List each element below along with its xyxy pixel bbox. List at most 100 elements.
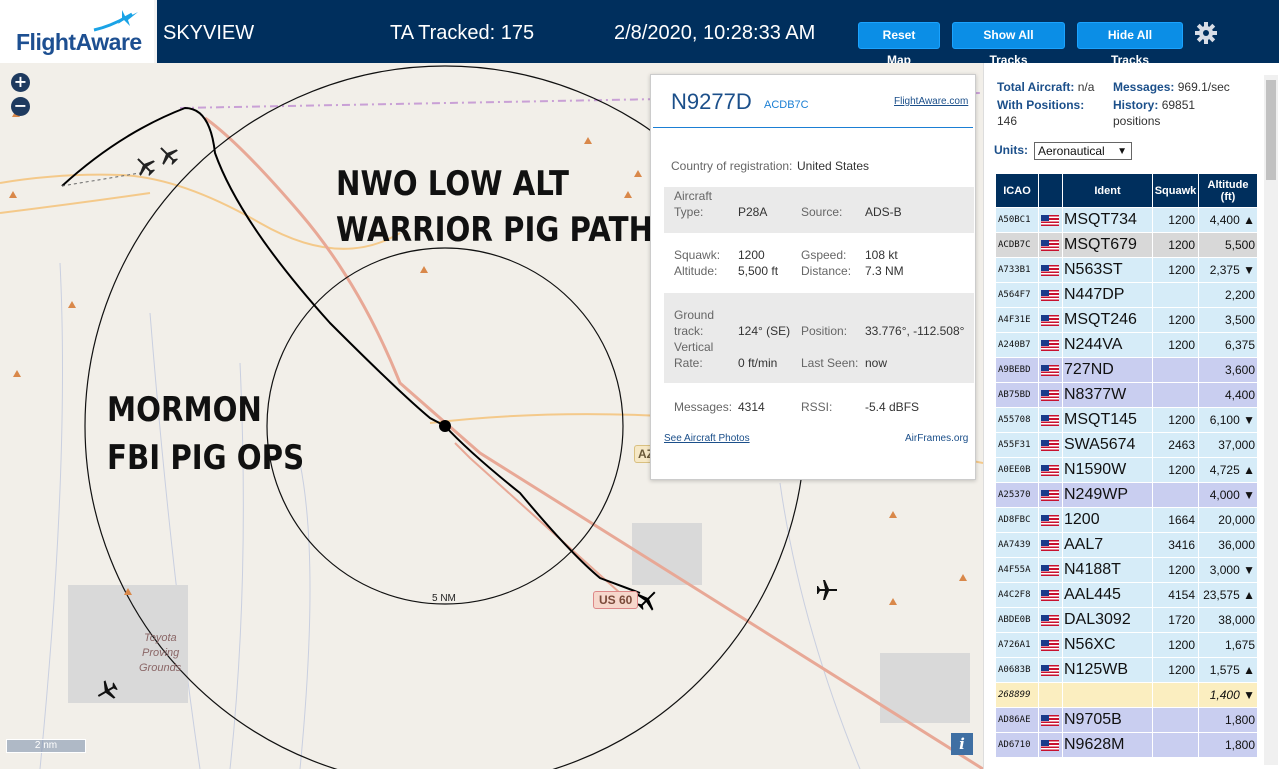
- annotation-text: NWO LOW ALT: [336, 164, 570, 204]
- icao-cell: A0683B: [995, 657, 1039, 683]
- icao-cell: A240B7: [995, 332, 1039, 358]
- table-row[interactable]: ABDE0B DAL3092 1720 38,000: [995, 607, 1258, 633]
- table-row[interactable]: A9BEBD 727ND 3,600: [995, 357, 1258, 383]
- ground-track-label: track:: [674, 324, 704, 338]
- squawk-cell: 1664: [1152, 507, 1199, 533]
- messages-label: Messages:: [674, 400, 733, 414]
- airframes-link[interactable]: AirFrames.org: [905, 433, 968, 444]
- table-row[interactable]: ACDB7C MSQT679 1200 5,500: [995, 232, 1258, 258]
- table-row[interactable]: 268899 1,400 ▼: [995, 682, 1258, 708]
- table-row[interactable]: AD6710 N9628M 1,800: [995, 732, 1258, 758]
- range-ring-label: 5 NM: [432, 593, 456, 604]
- us-flag-icon: [1041, 365, 1059, 377]
- position-value: 33.776°, -112.508°: [865, 324, 965, 338]
- column-header[interactable]: Squawk: [1152, 173, 1199, 208]
- squawk-cell: 3416: [1152, 532, 1199, 558]
- distance-label: Distance:: [801, 264, 852, 278]
- table-row[interactable]: A733B1 N563ST 1200 2,375 ▼: [995, 257, 1258, 283]
- units-select[interactable]: Aeronautical ▼: [1034, 142, 1132, 160]
- table-row[interactable]: A0683B N125WB 1200 1,575 ▲: [995, 657, 1258, 683]
- reset-map-button[interactable]: Reset Map: [858, 22, 940, 67]
- table-row[interactable]: AB75BD N8377W 4,400: [995, 382, 1258, 408]
- app-name: SKYVIEW: [163, 22, 255, 44]
- table-row[interactable]: A4F55A N4188T 1200 3,000 ▼: [995, 557, 1258, 583]
- table-row[interactable]: A726A1 N56XC 1200 1,675: [995, 632, 1258, 658]
- table-row[interactable]: A4C2F8 AAL445 4154 23,575 ▲: [995, 582, 1258, 608]
- ident-cell: N8377W: [1062, 382, 1153, 408]
- altitude-value: 5,500 ft: [738, 264, 779, 278]
- table-row[interactable]: A25370 N249WP 4,000 ▼: [995, 482, 1258, 508]
- sidebar: Total Aircraft: n/a Messages: 969.1/sec …: [983, 63, 1279, 769]
- icao-cell: AA7439: [995, 532, 1039, 558]
- icao-cell: 268899: [995, 682, 1039, 708]
- zoom-in-button[interactable]: +: [11, 73, 30, 92]
- scrollbar-thumb[interactable]: [1266, 80, 1276, 180]
- ident-cell: N244VA: [1062, 332, 1153, 358]
- us-flag-icon: [1041, 340, 1059, 352]
- stat-value: 969.1/sec: [1177, 80, 1230, 94]
- us-flag-icon: [1041, 715, 1059, 727]
- column-header[interactable]: Ident: [1062, 173, 1153, 208]
- flightaware-logo[interactable]: FlightAware: [0, 0, 157, 63]
- ident-cell: MSQT679: [1062, 232, 1153, 258]
- logo-text: FlightAware: [16, 29, 142, 55]
- table-row[interactable]: A50BC1 MSQT734 1200 4,400 ▲: [995, 207, 1258, 233]
- table-body: A50BC1 MSQT734 1200 4,400 ▲ ACDB7C MSQT679 120…: [995, 207, 1258, 758]
- table-row[interactable]: A240B7 N244VA 1200 6,375: [995, 332, 1258, 358]
- squawk-cell: [1152, 682, 1199, 708]
- ident-cell: N56XC: [1062, 632, 1153, 658]
- stat-value: n/a: [1077, 80, 1095, 94]
- with-positions: With Positions:: [997, 98, 1084, 112]
- last-seen-value: now: [865, 356, 888, 370]
- column-header[interactable]: Altitude (ft): [1198, 173, 1258, 208]
- table-row[interactable]: AD86AE N9705B 1,800: [995, 707, 1258, 733]
- ident-cell: N9705B: [1062, 707, 1153, 733]
- ident-cell: MSQT734: [1062, 207, 1153, 233]
- icao-cell: A55708: [995, 407, 1039, 433]
- table-row[interactable]: A0EE0B N1590W 1200 4,725 ▲: [995, 457, 1258, 483]
- us-flag-icon: [1041, 565, 1059, 577]
- aircraft-table: ICAO Ident Squawk Altitude (ft) A50BC1 MSQT7…: [995, 173, 1258, 758]
- table-row[interactable]: A564F7 N447DP 2,200: [995, 282, 1258, 308]
- aircraft-photos-link[interactable]: See Aircraft Photos: [664, 433, 750, 444]
- zoom-out-button[interactable]: −: [11, 97, 30, 116]
- source-value: ADS-B: [865, 205, 902, 219]
- icao-cell: A0EE0B: [995, 457, 1039, 483]
- flag-cell: [1038, 532, 1063, 558]
- squawk-cell: [1152, 707, 1199, 733]
- flightaware-link[interactable]: FlightAware.com: [894, 96, 968, 107]
- info-button[interactable]: i: [951, 733, 973, 755]
- flag-cell: [1038, 432, 1063, 458]
- flag-cell: [1038, 407, 1063, 433]
- squawk-cell: 1200: [1152, 457, 1199, 483]
- column-header[interactable]: ICAO: [995, 173, 1039, 208]
- table-row[interactable]: A55708 MSQT145 1200 6,100 ▼: [995, 407, 1258, 433]
- altitude-cell: 1,400 ▼: [1198, 682, 1258, 708]
- squawk-cell: 1720: [1152, 607, 1199, 633]
- flag-cell: [1038, 732, 1063, 758]
- source-label: Source:: [801, 205, 843, 219]
- table-row[interactable]: A55F31 SWA5674 2463 37,000: [995, 432, 1258, 458]
- icao-cell: A564F7: [995, 282, 1039, 308]
- messages-rate: Messages: 969.1/sec: [1113, 80, 1230, 94]
- table-row[interactable]: AA7439 AAL7 3416 36,000: [995, 532, 1258, 558]
- last-seen-label: Last Seen:: [801, 356, 859, 370]
- icao-cell: AD8FBC: [995, 507, 1039, 533]
- show-all-tracks-button[interactable]: Show All Tracks: [952, 22, 1065, 67]
- hide-all-tracks-button[interactable]: Hide All Tracks: [1077, 22, 1183, 67]
- table-row[interactable]: A4F31E MSQT246 1200 3,500: [995, 307, 1258, 333]
- ground-track-value: 124° (SE): [738, 324, 791, 338]
- altitude-cell: 3,600: [1198, 357, 1258, 383]
- road-shield: US 60: [593, 591, 639, 609]
- country-label: Country of registration:: [671, 159, 793, 173]
- column-header[interactable]: [1038, 173, 1063, 208]
- icao-cell: A50BC1: [995, 207, 1039, 233]
- squawk-cell: 1200: [1152, 207, 1199, 233]
- flag-cell: [1038, 707, 1063, 733]
- stat-value: positions: [1113, 114, 1161, 128]
- gear-icon[interactable]: [1194, 21, 1218, 45]
- table-row[interactable]: AD8FBC 1200 1664 20,000: [995, 507, 1258, 533]
- squawk-cell: [1152, 357, 1199, 383]
- clock: 2/8/2020, 10:28:33 AM: [614, 22, 816, 44]
- flag-cell: [1038, 207, 1063, 233]
